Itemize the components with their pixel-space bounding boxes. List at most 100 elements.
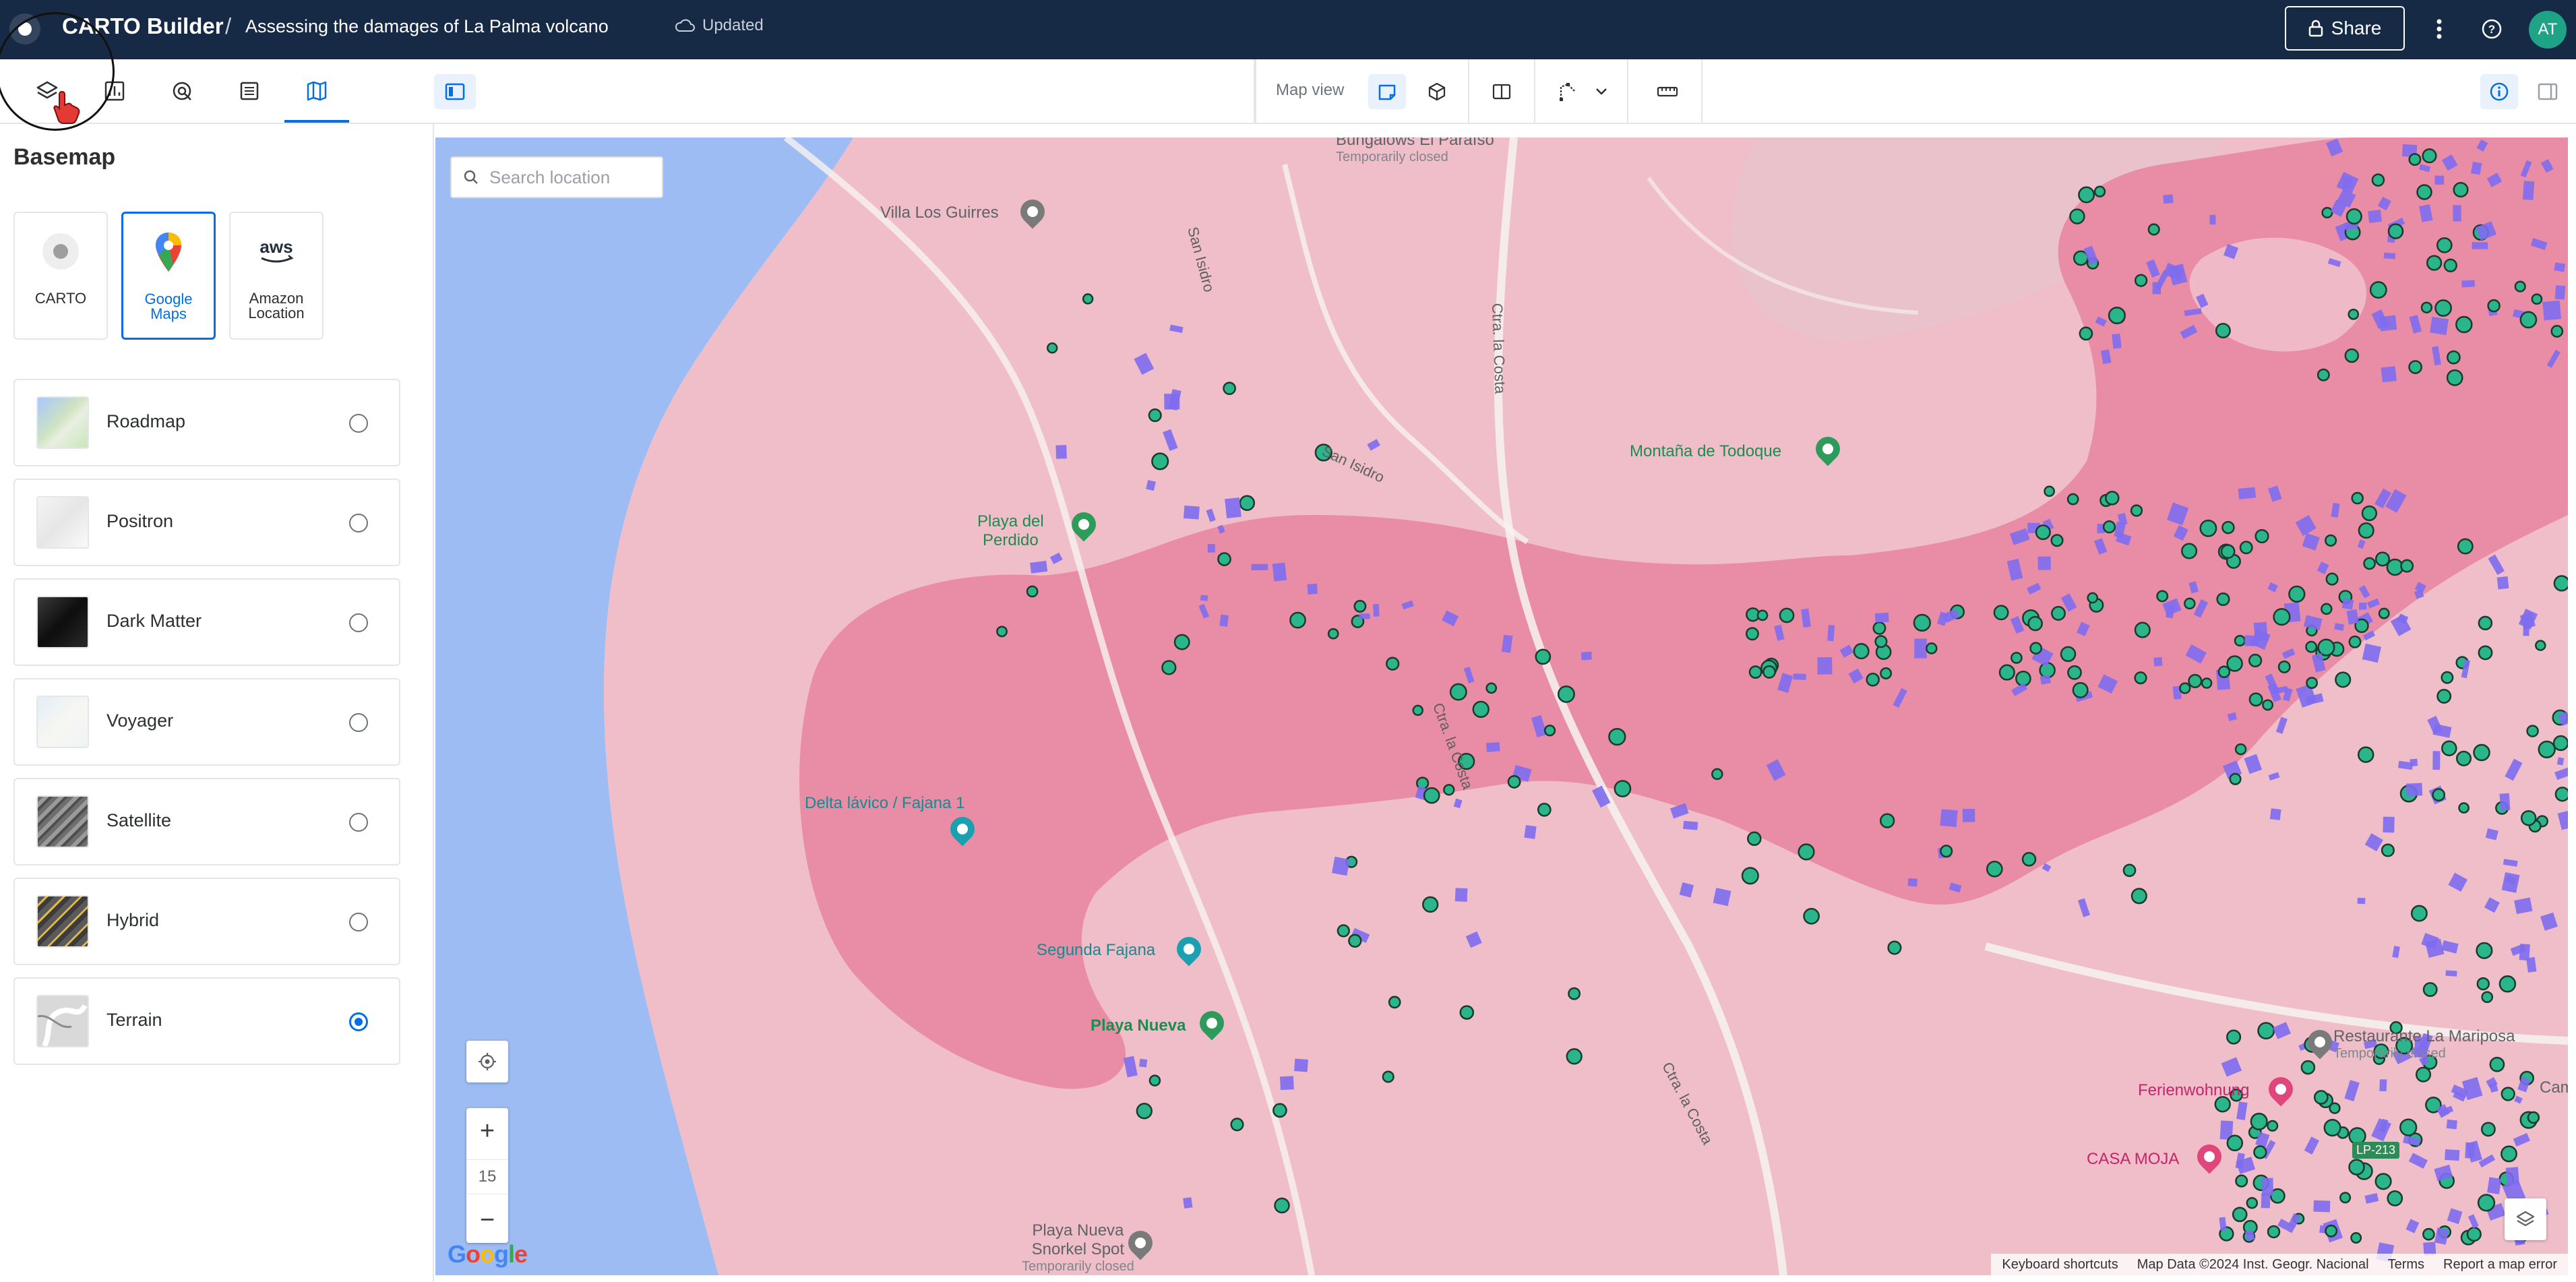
building-footprint[interactable] (2357, 897, 2366, 905)
building-footprint[interactable] (1793, 673, 1806, 680)
damage-point[interactable] (2267, 1120, 2279, 1132)
building-footprint[interactable] (2445, 970, 2457, 977)
building-footprint[interactable] (2541, 159, 2554, 173)
damage-point[interactable] (2300, 1060, 2316, 1075)
damage-point[interactable] (2011, 652, 2023, 664)
damage-point[interactable] (2520, 810, 2537, 826)
building-footprint[interactable] (2554, 262, 2566, 272)
damage-point[interactable] (2466, 1227, 2482, 1242)
damage-point[interactable] (1880, 667, 1893, 679)
basemap-style-roadmap[interactable]: Roadmap (13, 379, 400, 466)
damage-point[interactable] (1711, 768, 1723, 781)
place-label[interactable]: Bungalows El Paraíso Temporarily closed (1336, 138, 1494, 165)
damage-point[interactable] (2426, 255, 2443, 271)
damage-point[interactable] (2473, 743, 2490, 762)
building-footprint[interactable] (1940, 809, 1958, 827)
damage-point[interactable] (2201, 677, 2213, 689)
damage-point[interactable] (1272, 1103, 1287, 1118)
damage-point[interactable] (2481, 991, 2494, 1004)
damage-point[interactable] (2416, 184, 2432, 200)
building-footprint[interactable] (2146, 259, 2160, 278)
building-footprint[interactable] (2358, 585, 2370, 599)
tab-legend[interactable] (217, 59, 282, 123)
damage-point[interactable] (2351, 491, 2364, 505)
damage-point[interactable] (1449, 683, 1467, 701)
building-footprint[interactable] (1219, 614, 1229, 627)
basemap-style-voyager[interactable]: Voyager (13, 678, 400, 766)
building-footprint[interactable] (1766, 759, 1786, 781)
building-footprint[interactable] (2484, 897, 2500, 913)
building-footprint[interactable] (2441, 940, 2459, 954)
provider-google-maps[interactable]: Google Maps (121, 212, 216, 340)
basemap-style-satellite[interactable]: Satellite (13, 778, 400, 865)
building-footprint[interactable] (2432, 751, 2441, 770)
building-footprint[interactable] (2513, 1132, 2531, 1147)
damage-point[interactable] (1798, 843, 1815, 861)
right-panel-toggle[interactable] (2529, 74, 2567, 109)
place-label[interactable]: Playa Nueva Snorkel Spot Temporarily clo… (1022, 1221, 1134, 1275)
damage-point[interactable] (1507, 774, 1521, 789)
building-footprint[interactable] (2196, 293, 2209, 308)
damage-point[interactable] (1423, 787, 1440, 804)
building-footprint[interactable] (1937, 611, 1949, 626)
damage-point[interactable] (1986, 860, 2003, 878)
building-footprint[interactable] (2496, 576, 2509, 590)
damage-point[interactable] (1289, 611, 1306, 629)
building-footprint[interactable] (2408, 1153, 2428, 1169)
building-footprint[interactable] (2244, 635, 2259, 646)
damage-point[interactable] (2273, 608, 2291, 626)
building-footprint[interactable] (2185, 644, 2207, 664)
basemap-style-radio[interactable] (349, 514, 368, 532)
damage-point[interactable] (2060, 646, 2077, 663)
damage-point[interactable] (1217, 552, 1231, 566)
building-footprint[interactable] (2168, 264, 2188, 286)
building-footprint[interactable] (2273, 1022, 2292, 1039)
building-footprint[interactable] (2227, 712, 2237, 721)
damage-point[interactable] (2441, 671, 2454, 684)
damage-point[interactable] (2498, 975, 2517, 993)
building-footprint[interactable] (2430, 317, 2449, 336)
damage-point[interactable] (2553, 575, 2568, 592)
building-footprint[interactable] (2488, 554, 2505, 575)
building-footprint[interactable] (2419, 164, 2431, 173)
damage-point[interactable] (2325, 534, 2337, 547)
building-footprint[interactable] (2193, 599, 2209, 618)
basemap-style-dark-matter[interactable]: Dark Matter (13, 578, 400, 666)
damage-point[interactable] (2410, 905, 2428, 922)
building-footprint[interactable] (1679, 882, 1694, 898)
zoom-out-button[interactable]: − (466, 1200, 508, 1240)
damage-point[interactable] (2478, 615, 2493, 631)
building-footprint[interactable] (1581, 651, 1592, 661)
building-footprint[interactable] (1592, 785, 1611, 808)
damage-point[interactable] (2325, 572, 2339, 586)
damage-point[interactable] (2487, 299, 2501, 313)
building-footprint[interactable] (2542, 300, 2562, 321)
building-footprint[interactable] (1801, 608, 1811, 628)
damage-point[interactable] (1872, 621, 1887, 635)
damage-point[interactable] (2519, 311, 2538, 329)
damage-point[interactable] (1803, 907, 1820, 925)
damage-point[interactable] (1853, 643, 1870, 660)
damage-point[interactable] (1388, 996, 1401, 1009)
damage-point[interactable] (1485, 682, 1498, 694)
building-footprint[interactable] (2238, 487, 2257, 499)
building-footprint[interactable] (2540, 912, 2558, 931)
building-footprint[interactable] (1874, 613, 1889, 623)
damage-point[interactable] (2550, 325, 2564, 338)
damage-point[interactable] (2277, 660, 2291, 673)
place-label[interactable]: Restaurante La Mariposa Temporarily clos… (2333, 1027, 2515, 1062)
damage-point[interactable] (2400, 559, 2414, 573)
damage-point[interactable] (2363, 557, 2376, 570)
damage-point[interactable] (2321, 603, 2333, 615)
building-footprint[interactable] (2093, 538, 2108, 555)
damage-point[interactable] (2348, 1159, 2365, 1176)
building-footprint[interactable] (2476, 139, 2488, 152)
damage-point[interactable] (1459, 1005, 1475, 1020)
building-footprint[interactable] (1217, 524, 1225, 534)
damage-point[interactable] (2535, 640, 2546, 651)
building-footprint[interactable] (2236, 1101, 2248, 1120)
building-footprint[interactable] (1146, 480, 1156, 491)
damage-point[interactable] (1353, 599, 1367, 613)
damage-point[interactable] (2441, 740, 2457, 756)
draw-tool-button[interactable] (1549, 74, 1587, 109)
